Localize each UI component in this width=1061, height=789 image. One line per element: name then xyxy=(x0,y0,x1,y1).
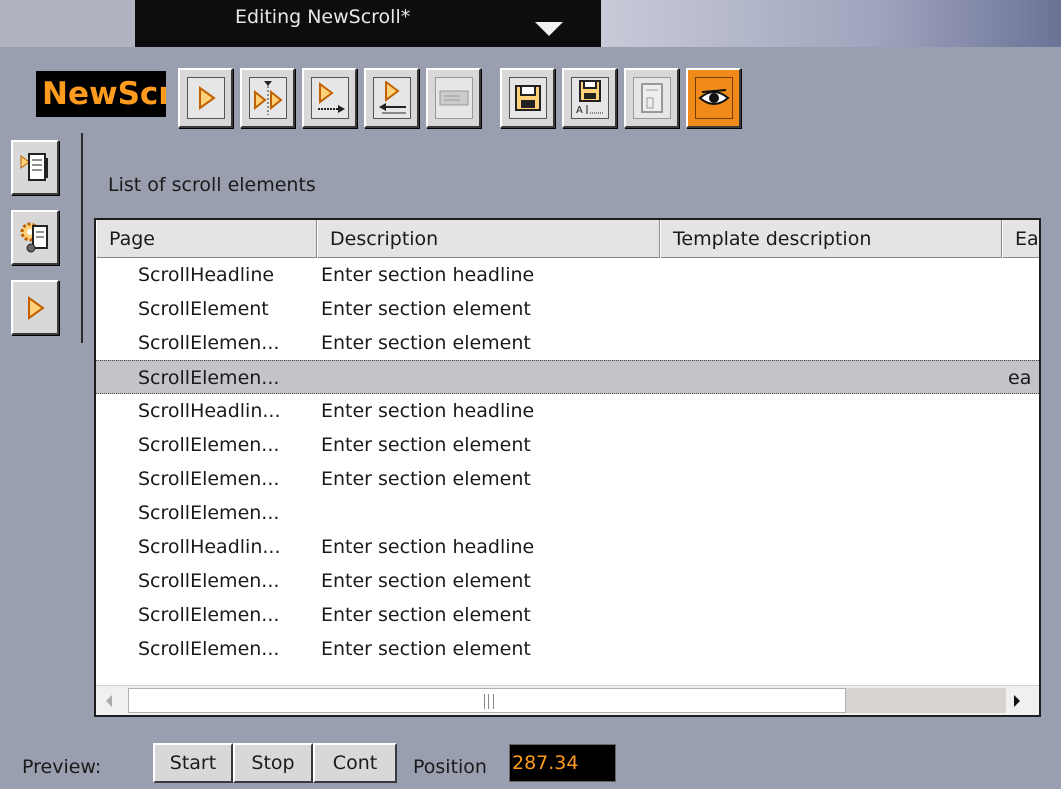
scroll-settings-button[interactable] xyxy=(11,210,59,265)
table-row[interactable]: ScrollElemen... Enter section element xyxy=(96,564,1039,598)
table-row[interactable]: ScrollElemen... Enter section element xyxy=(96,632,1039,666)
editor-title-bar[interactable]: Editing NewScroll* xyxy=(135,0,601,47)
list-heading: List of scroll elements xyxy=(108,174,316,196)
table-row-selected[interactable]: ScrollElemen... ea xyxy=(96,360,1039,394)
properties-icon xyxy=(640,83,663,113)
scroll-right-icon[interactable] xyxy=(1014,695,1020,707)
play-forward-icon xyxy=(317,82,345,113)
visibility-toggle-button[interactable] xyxy=(686,68,741,128)
table-row[interactable]: ScrollElemen... Enter section element xyxy=(96,462,1039,496)
eye-icon xyxy=(697,89,730,105)
gear-list-icon xyxy=(20,222,48,252)
properties-button[interactable] xyxy=(624,68,679,128)
grip-icon xyxy=(484,694,494,709)
table-row[interactable]: ScrollHeadlin... Enter section headline xyxy=(96,530,1039,564)
table-row[interactable]: ScrollElemen... xyxy=(96,496,1039,530)
keyboard-icon xyxy=(439,90,468,106)
step-play-icon xyxy=(253,81,283,115)
title-dropdown-icon[interactable] xyxy=(535,22,563,36)
table-row[interactable]: ScrollElemen... Enter section element xyxy=(96,326,1039,360)
save-button[interactable] xyxy=(500,68,555,128)
table-row[interactable]: ScrollHeadlin... Enter section headline xyxy=(96,394,1039,428)
scene-name-display: NewScroll xyxy=(36,71,166,117)
table-row[interactable]: ScrollHeadline Enter section headline xyxy=(96,258,1039,292)
save-as-button[interactable]: A xyxy=(562,68,617,128)
column-header-description[interactable]: Description xyxy=(317,220,660,258)
titlebar-left-area xyxy=(0,0,135,47)
play-button[interactable] xyxy=(178,68,233,128)
table-header: Page Description Template description Ea xyxy=(96,220,1039,258)
play-forward-button[interactable] xyxy=(302,68,357,128)
table-row[interactable]: ScrollElement Enter section element xyxy=(96,292,1039,326)
play-rewind-icon xyxy=(378,81,406,114)
scrollbar-thumb[interactable] xyxy=(128,688,846,713)
preview-label: Preview: xyxy=(22,756,102,778)
titlebar-right-area xyxy=(601,0,1061,47)
preview-stop-button[interactable]: Stop xyxy=(233,743,313,783)
save-as-icon: A xyxy=(576,80,604,116)
column-header-extra[interactable]: Ea xyxy=(1002,220,1039,258)
play-icon xyxy=(28,295,45,320)
svg-text:A: A xyxy=(576,105,583,116)
play-icon xyxy=(198,86,216,110)
preview-continue-button[interactable]: Cont xyxy=(313,743,397,783)
side-play-button[interactable] xyxy=(11,280,59,335)
keyboard-button[interactable] xyxy=(426,68,481,128)
column-header-page[interactable]: Page xyxy=(96,220,317,258)
scrollbar-track[interactable] xyxy=(846,688,1006,713)
play-rewind-button[interactable] xyxy=(364,68,419,128)
editor-title: Editing NewScroll* xyxy=(235,6,411,28)
position-label: Position xyxy=(413,756,487,778)
step-play-button[interactable] xyxy=(240,68,295,128)
scroll-list-view-button[interactable] xyxy=(11,140,59,195)
save-icon xyxy=(514,85,541,111)
table-row[interactable]: ScrollElemen... Enter section element xyxy=(96,428,1039,462)
table-row[interactable]: ScrollElemen... Enter section element xyxy=(96,598,1039,632)
scroll-left-icon[interactable] xyxy=(106,695,112,707)
scroll-list-icon xyxy=(20,152,48,181)
column-header-template-description[interactable]: Template description xyxy=(660,220,1002,258)
position-value-field[interactable]: 287.34 xyxy=(509,744,616,782)
scroll-elements-table[interactable]: Page Description Template description Ea… xyxy=(94,218,1041,717)
preview-start-button[interactable]: Start xyxy=(153,743,233,783)
horizontal-scrollbar[interactable] xyxy=(96,685,1039,715)
